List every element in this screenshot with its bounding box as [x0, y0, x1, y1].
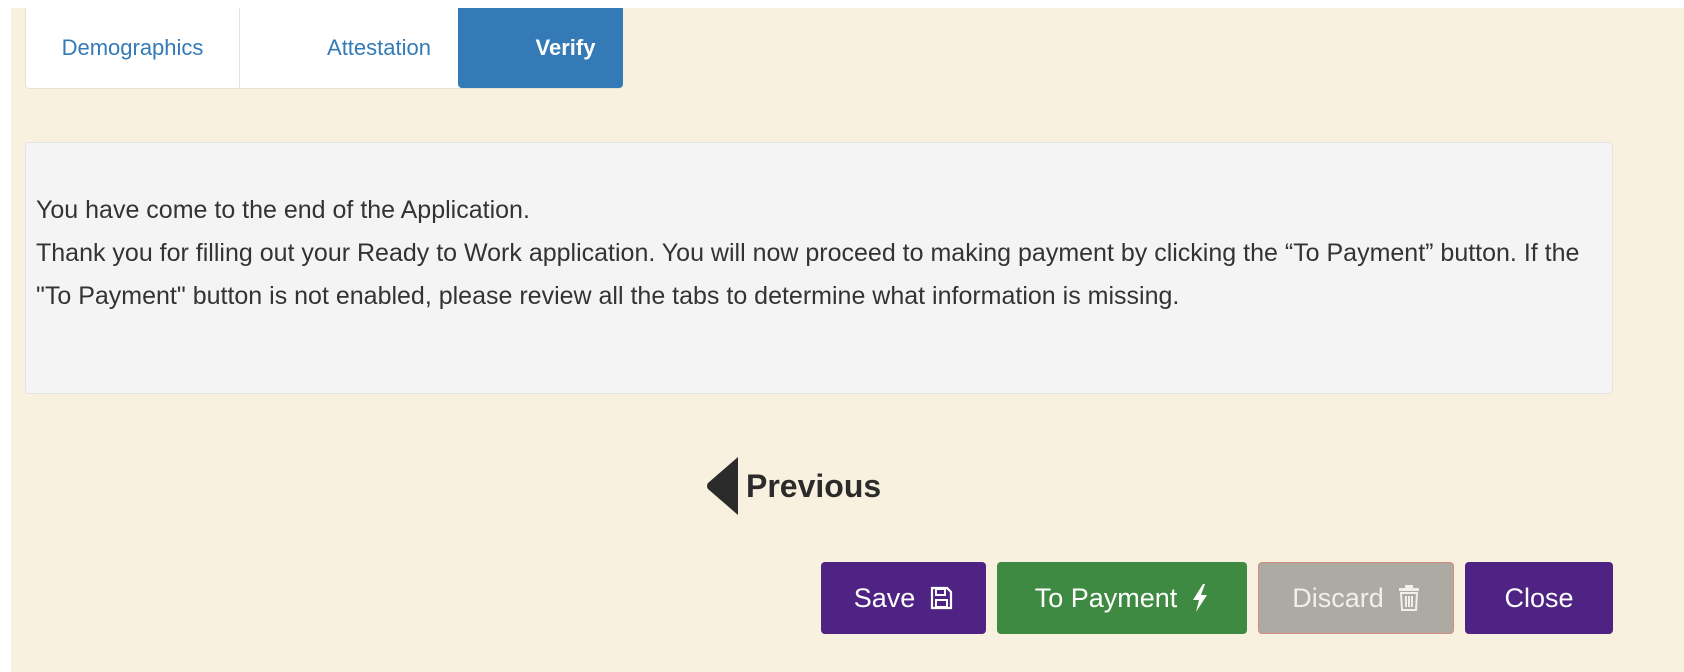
- completion-message-panel: You have come to the end of the Applicat…: [25, 142, 1613, 394]
- save-button[interactable]: Save: [821, 562, 986, 634]
- to-payment-label: To Payment: [1034, 582, 1178, 613]
- triangle-left-icon: [707, 457, 738, 515]
- close-button[interactable]: Close: [1465, 562, 1613, 634]
- trash-icon: [1398, 585, 1420, 611]
- completion-message-line2: Thank you for filling out your Ready to …: [36, 239, 1580, 310]
- floppy-disk-icon: [929, 586, 953, 610]
- tab-label: Verify: [535, 35, 596, 60]
- previous-button[interactable]: Previous: [706, 456, 881, 516]
- close-label: Close: [1504, 582, 1574, 613]
- lightning-bolt-icon: [1191, 584, 1209, 612]
- save-label: Save: [853, 582, 916, 613]
- previous-label: Previous: [746, 467, 882, 504]
- to-payment-button[interactable]: To Payment: [997, 562, 1247, 634]
- action-buttons: Save To Payment Discard Close: [821, 562, 1613, 634]
- discard-button[interactable]: Discard: [1258, 562, 1454, 634]
- tab-bar: Demographics Attestation Verify: [25, 8, 623, 89]
- discard-label: Discard: [1292, 582, 1384, 613]
- completion-message-line1: You have come to the end of the Applicat…: [36, 196, 530, 224]
- tab-verify[interactable]: Verify: [458, 8, 623, 88]
- tab-demographics[interactable]: Demographics: [26, 8, 240, 88]
- application-page: Demographics Attestation Verify You have…: [11, 8, 1684, 672]
- tab-attestation[interactable]: Attestation: [240, 8, 458, 88]
- tab-label: Demographics: [61, 35, 204, 60]
- tab-label: Attestation: [327, 35, 431, 60]
